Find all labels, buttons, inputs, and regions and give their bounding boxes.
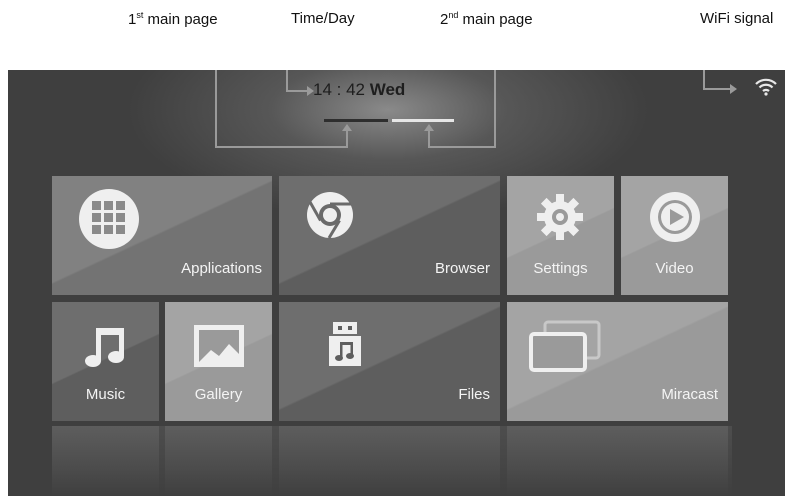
device-screen: 14 : 42 Wed Applications Browser Setting… [8,70,785,496]
gallery-tile[interactable]: Gallery [165,302,272,421]
day-text: Wed [369,80,406,99]
chrome-icon [307,192,353,239]
music-label: Music [85,386,126,403]
page-indicator-2[interactable] [392,119,454,122]
video-tile[interactable]: Video [621,176,728,295]
arrow-head [342,124,352,131]
miracast-tile[interactable]: Miracast [507,302,728,421]
time-day-callout: Time/Day [291,10,355,27]
arrow-head [730,84,737,94]
browser-label: Browser [434,260,490,277]
video-label: Video [655,260,694,277]
picture-icon [194,325,244,367]
wifi-icon [755,78,777,96]
callout-line [494,70,496,148]
callout-line [286,70,288,92]
settings-label: Settings [533,260,588,277]
miracast-icon [529,320,601,372]
usb-music-icon [329,322,361,366]
music-note-icon [85,328,124,367]
callout-line [346,128,348,148]
second-main-page-callout: 2nd main page [440,10,533,28]
callout-line [703,70,705,90]
first-main-page-callout: 1st main page [128,10,218,28]
gear-icon [537,194,583,240]
clock: 14 : 42 Wed [313,80,405,100]
callout-line [703,88,731,90]
callout-line [428,128,430,148]
files-label: Files [458,386,490,403]
applications-label: Applications [181,260,262,277]
page-indicator-1[interactable] [324,119,388,122]
gallery-label: Gallery [194,386,243,403]
wifi-signal-callout: WiFi signal [700,10,774,27]
settings-tile[interactable]: Settings [507,176,614,295]
play-icon [650,192,700,242]
callout-line [286,90,308,92]
miracast-label: Miracast [661,386,718,403]
tile-reflection [52,426,732,496]
time-text: 14 : 42 [313,80,365,99]
grid-icon [79,189,139,249]
applications-tile[interactable]: Applications [52,176,272,295]
callout-line [215,146,348,148]
browser-tile[interactable]: Browser [279,176,500,295]
callout-line [428,146,496,148]
music-tile[interactable]: Music [52,302,159,421]
files-tile[interactable]: Files [279,302,500,421]
callout-line [215,70,217,148]
arrow-head [424,124,434,131]
